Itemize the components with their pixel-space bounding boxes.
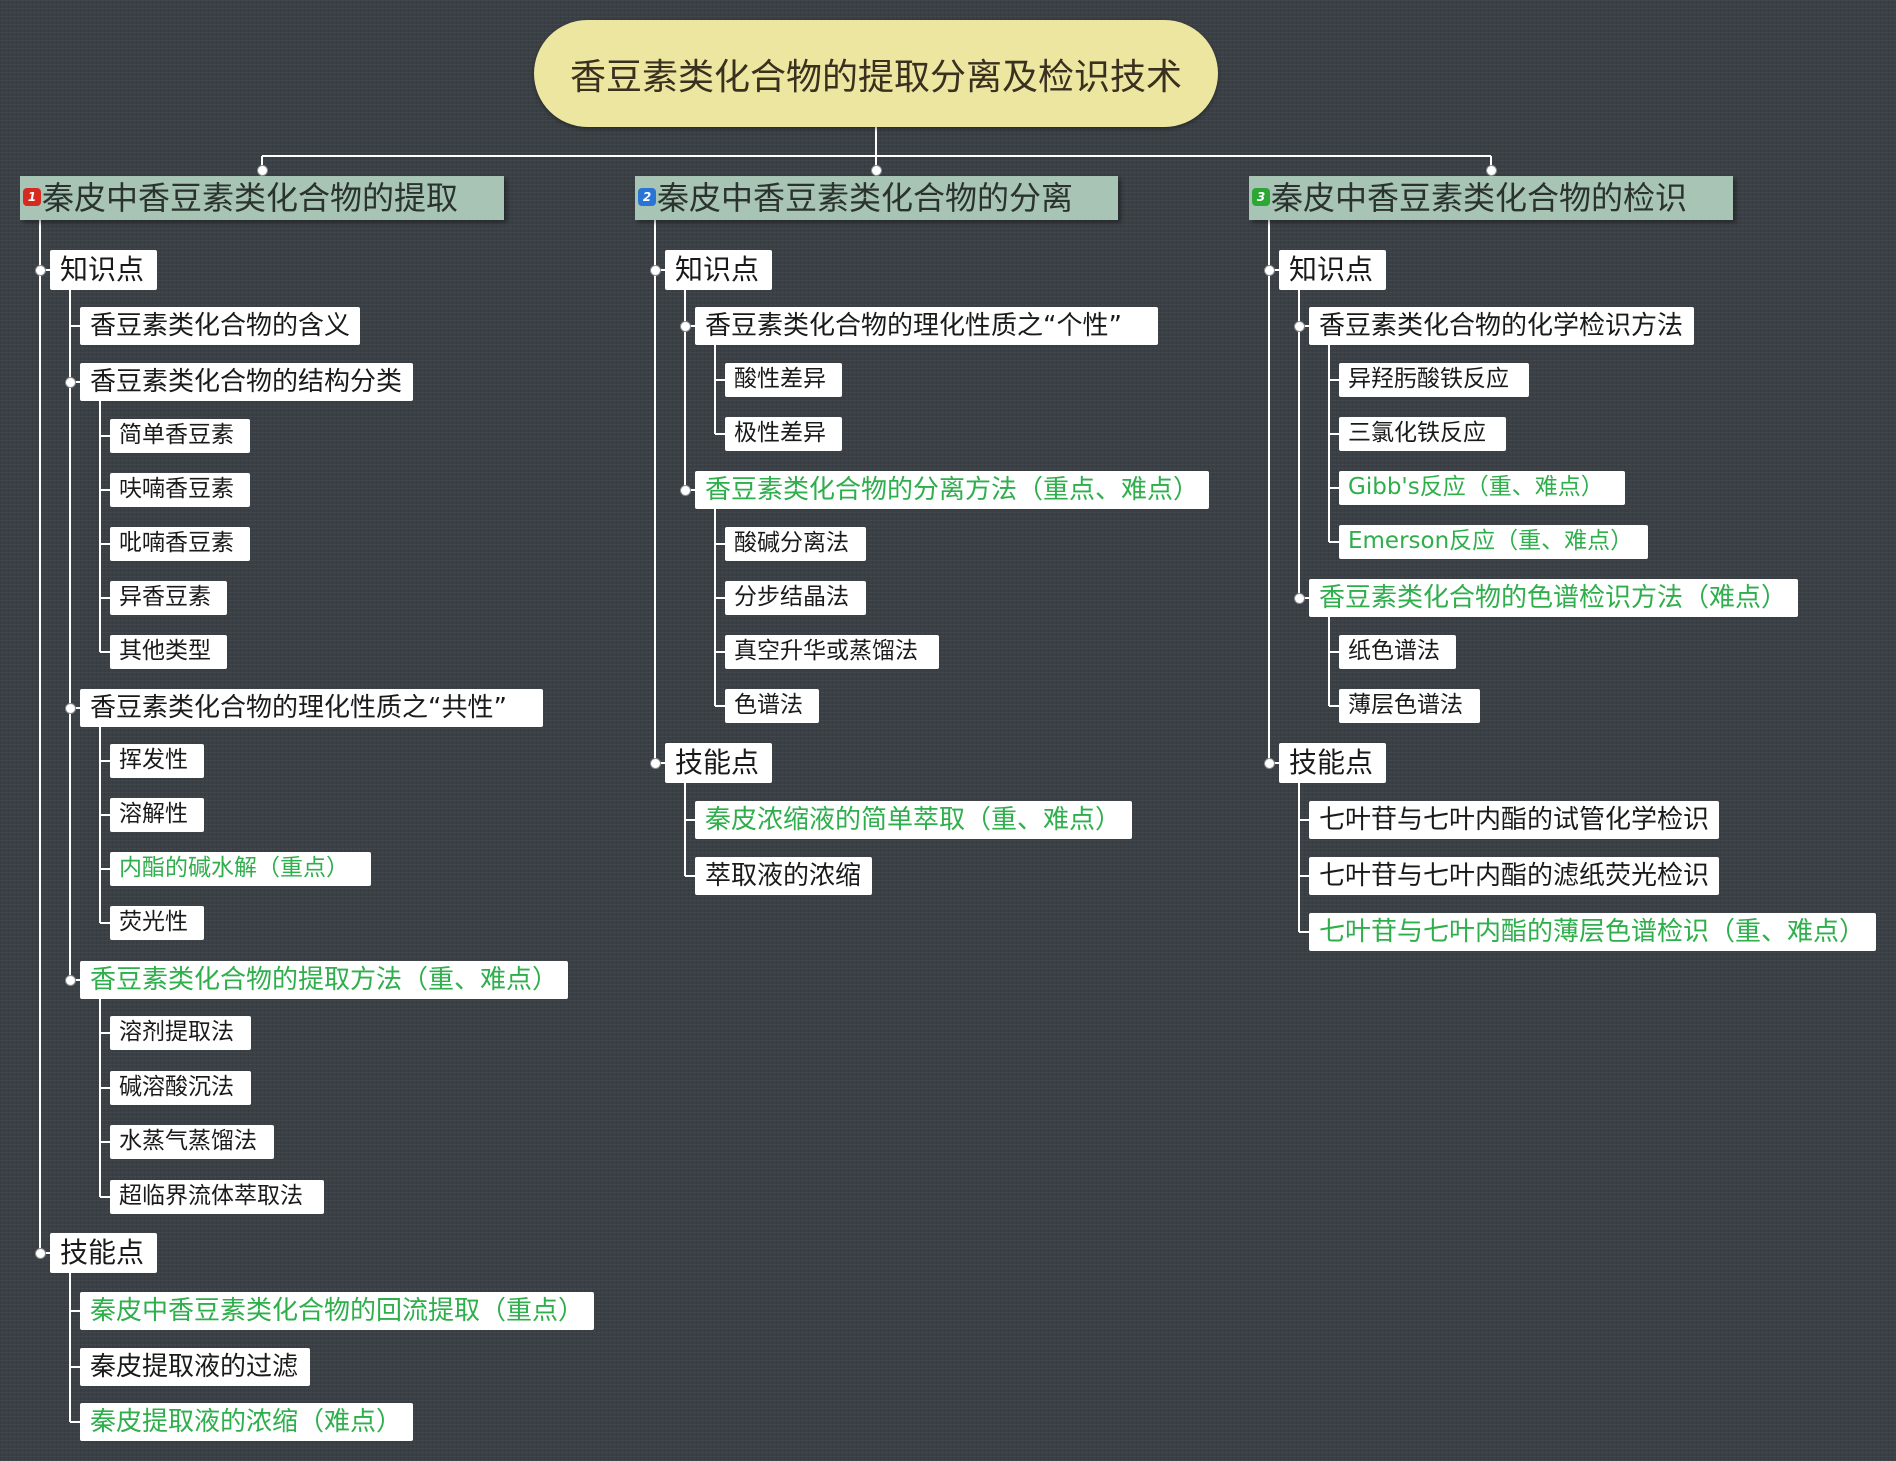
collapse-toggle-icon[interactable] bbox=[870, 164, 882, 176]
knowledge-node[interactable]: 知识点 bbox=[1279, 250, 1386, 290]
collapse-toggle-icon[interactable] bbox=[679, 320, 691, 332]
collapse-toggle-icon[interactable] bbox=[1485, 164, 1497, 176]
priority-2-icon: 2 bbox=[638, 188, 656, 206]
skills-node[interactable]: 技能点 bbox=[665, 743, 772, 783]
collapse-toggle-icon[interactable] bbox=[1293, 592, 1305, 604]
topic-node-highlight[interactable]: 香豆素类化合物的分离方法（重点、难点） bbox=[695, 471, 1209, 509]
topic-node-highlight[interactable]: 香豆素类化合物的色谱检识方法（难点） bbox=[1309, 579, 1798, 617]
collapse-toggle-icon[interactable] bbox=[1293, 320, 1305, 332]
collapse-toggle-icon[interactable] bbox=[1263, 757, 1275, 769]
branch-extraction[interactable]: 1 秦皮中香豆素类化合物的提取 bbox=[20, 176, 504, 220]
subtopic-node[interactable]: 分步结晶法 bbox=[725, 581, 866, 615]
topic-node-highlight[interactable]: 香豆素类化合物的提取方法（重、难点） bbox=[80, 961, 568, 999]
skill-node[interactable]: 萃取液的浓缩 bbox=[695, 857, 872, 895]
collapse-toggle-icon[interactable] bbox=[64, 702, 76, 714]
topic-node[interactable]: 香豆素类化合物的理化性质之“共性” bbox=[80, 689, 543, 727]
skills-node[interactable]: 技能点 bbox=[1279, 743, 1386, 783]
subtopic-node[interactable]: 碱溶酸沉法 bbox=[110, 1071, 251, 1105]
subtopic-node[interactable]: 异香豆素 bbox=[110, 581, 227, 615]
collapse-toggle-icon[interactable] bbox=[64, 376, 76, 388]
collapse-toggle-icon[interactable] bbox=[1263, 264, 1275, 276]
subtopic-node-highlight[interactable]: Emerson反应（重、难点） bbox=[1339, 525, 1648, 559]
subtopic-node-highlight[interactable]: Gibb's反应（重、难点） bbox=[1339, 471, 1625, 505]
collapse-toggle-icon[interactable] bbox=[649, 757, 661, 769]
skill-node-highlight[interactable]: 秦皮中香豆素类化合物的回流提取（重点） bbox=[80, 1292, 594, 1330]
collapse-toggle-icon[interactable] bbox=[256, 164, 268, 176]
branch-title: 秦皮中香豆素类化合物的分离 bbox=[657, 179, 1074, 217]
subtopic-node[interactable]: 溶剂提取法 bbox=[110, 1016, 251, 1050]
skill-node[interactable]: 七叶苷与七叶内酯的滤纸荧光检识 bbox=[1309, 857, 1719, 895]
subtopic-node[interactable]: 异羟肟酸铁反应 bbox=[1339, 363, 1529, 397]
skill-node[interactable]: 七叶苷与七叶内酯的试管化学检识 bbox=[1309, 801, 1719, 839]
subtopic-node[interactable]: 极性差异 bbox=[725, 417, 842, 451]
root-topic[interactable]: 香豆素类化合物的提取分离及检识技术 bbox=[534, 20, 1218, 127]
skill-node[interactable]: 秦皮提取液的过滤 bbox=[80, 1348, 310, 1386]
collapse-toggle-icon[interactable] bbox=[34, 1247, 46, 1259]
collapse-toggle-icon[interactable] bbox=[64, 974, 76, 986]
topic-node[interactable]: 香豆素类化合物的含义 bbox=[80, 307, 360, 345]
branch-identification[interactable]: 3 秦皮中香豆素类化合物的检识 bbox=[1249, 176, 1733, 220]
subtopic-node[interactable]: 三氯化铁反应 bbox=[1339, 417, 1506, 451]
subtopic-node[interactable]: 薄层色谱法 bbox=[1339, 689, 1480, 723]
branch-separation[interactable]: 2 秦皮中香豆素类化合物的分离 bbox=[635, 176, 1118, 220]
knowledge-node[interactable]: 知识点 bbox=[665, 250, 772, 290]
topic-node[interactable]: 香豆素类化合物的化学检识方法 bbox=[1309, 307, 1694, 345]
subtopic-node[interactable]: 纸色谱法 bbox=[1339, 635, 1456, 669]
knowledge-node[interactable]: 知识点 bbox=[50, 250, 157, 290]
subtopic-node[interactable]: 酸性差异 bbox=[725, 363, 842, 397]
subtopic-node[interactable]: 吡喃香豆素 bbox=[110, 527, 250, 561]
subtopic-node[interactable]: 简单香豆素 bbox=[110, 419, 250, 453]
subtopic-node[interactable]: 挥发性 bbox=[110, 744, 204, 778]
subtopic-node[interactable]: 超临界流体萃取法 bbox=[110, 1180, 324, 1214]
skill-node-highlight[interactable]: 秦皮提取液的浓缩（难点） bbox=[80, 1403, 413, 1441]
priority-1-icon: 1 bbox=[23, 188, 41, 206]
subtopic-node[interactable]: 其他类型 bbox=[110, 635, 227, 669]
subtopic-node[interactable]: 荧光性 bbox=[110, 906, 204, 940]
branch-title: 秦皮中香豆素类化合物的检识 bbox=[1271, 179, 1688, 217]
priority-3-icon: 3 bbox=[1252, 188, 1270, 206]
subtopic-node[interactable]: 色谱法 bbox=[725, 689, 819, 723]
branch-title: 秦皮中香豆素类化合物的提取 bbox=[42, 179, 459, 217]
subtopic-node[interactable]: 溶解性 bbox=[110, 798, 204, 832]
subtopic-node[interactable]: 呋喃香豆素 bbox=[110, 473, 250, 507]
collapse-toggle-icon[interactable] bbox=[649, 264, 661, 276]
subtopic-node[interactable]: 水蒸气蒸馏法 bbox=[110, 1125, 274, 1159]
topic-node[interactable]: 香豆素类化合物的理化性质之“个性” bbox=[695, 307, 1158, 345]
skills-node[interactable]: 技能点 bbox=[50, 1233, 157, 1273]
subtopic-node-highlight[interactable]: 内酯的碱水解（重点） bbox=[110, 852, 371, 886]
subtopic-node[interactable]: 真空升华或蒸馏法 bbox=[725, 635, 939, 669]
topic-node[interactable]: 香豆素类化合物的结构分类 bbox=[80, 363, 413, 401]
collapse-toggle-icon[interactable] bbox=[34, 264, 46, 276]
collapse-toggle-icon[interactable] bbox=[679, 484, 691, 496]
subtopic-node[interactable]: 酸碱分离法 bbox=[725, 527, 866, 561]
skill-node-highlight[interactable]: 七叶苷与七叶内酯的薄层色谱检识（重、难点） bbox=[1309, 913, 1876, 951]
skill-node-highlight[interactable]: 秦皮浓缩液的简单萃取（重、难点） bbox=[695, 801, 1132, 839]
